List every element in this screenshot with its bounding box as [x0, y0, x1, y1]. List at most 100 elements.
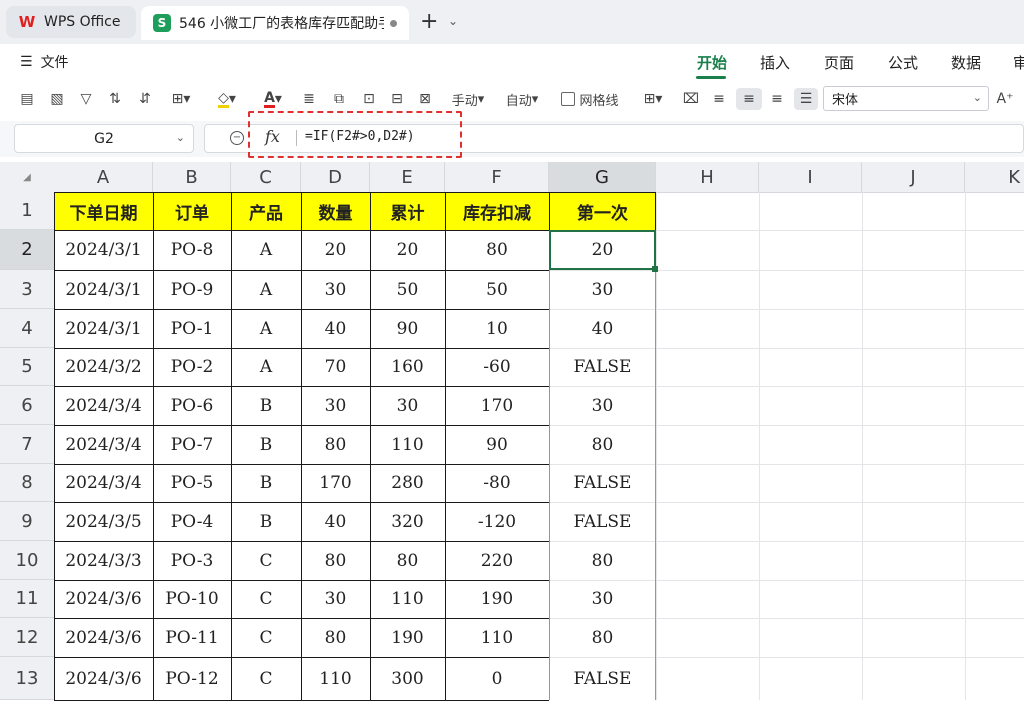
table-cell[interactable]: 2024/3/6 — [54, 618, 153, 657]
table-cell[interactable]: PO-12 — [153, 657, 231, 700]
row-header[interactable]: 4 — [0, 309, 54, 348]
table-cell[interactable]: 2024/3/3 — [54, 541, 153, 580]
table-cell[interactable]: 2024/3/1 — [54, 309, 153, 348]
row-header[interactable]: 10 — [0, 541, 54, 580]
column-header[interactable]: K — [965, 162, 1024, 192]
column-header[interactable]: I — [759, 162, 862, 192]
table-cell[interactable]: PO-10 — [153, 580, 231, 618]
table-cell[interactable]: PO-3 — [153, 541, 231, 580]
borders-icon[interactable]: ⊞▾ — [164, 88, 198, 110]
table-cell[interactable]: 20 — [301, 230, 370, 270]
table-cell[interactable]: 2024/3/1 — [54, 230, 153, 270]
table-cell[interactable]: B — [231, 425, 301, 464]
table-cell[interactable]: 80 — [445, 230, 549, 270]
tab-page[interactable]: 页面 — [824, 52, 854, 73]
table-cell[interactable]: 220 — [445, 541, 549, 580]
align-left-icon[interactable]: ≡ — [708, 88, 730, 110]
table-cell[interactable]: PO-6 — [153, 386, 231, 425]
table-cell[interactable]: 190 — [445, 580, 549, 618]
auto-fit-button[interactable]: 自动 ▾ — [500, 88, 544, 110]
table-cell[interactable]: 50 — [370, 270, 445, 309]
table-header-cell[interactable]: 订单 — [153, 192, 231, 230]
table-cell[interactable]: PO-4 — [153, 502, 231, 541]
table-cell[interactable]: 50 — [445, 270, 549, 309]
table-cell[interactable]: 30 — [301, 270, 370, 309]
row-header[interactable]: 1 — [0, 192, 54, 230]
table-cell[interactable]: 40 — [301, 502, 370, 541]
format-painter-icon[interactable]: ▧ — [46, 88, 68, 110]
table-cell[interactable]: PO-2 — [153, 348, 231, 386]
manual-calc-button[interactable]: 手动 ▾ — [446, 88, 490, 110]
table-cell[interactable]: C — [231, 657, 301, 700]
row-header[interactable]: 2 — [0, 230, 54, 270]
table-header-cell[interactable]: 累计 — [370, 192, 445, 230]
table-cell[interactable]: 0 — [445, 657, 549, 700]
table-cell[interactable]: A — [231, 348, 301, 386]
table-header-cell[interactable]: 库存扣减 — [445, 192, 549, 230]
table-cell[interactable]: 30 — [301, 386, 370, 425]
table-cell[interactable]: 2024/3/4 — [54, 464, 153, 502]
table-cell[interactable]: PO-7 — [153, 425, 231, 464]
column-header[interactable]: H — [656, 162, 759, 192]
zoom-icon[interactable]: − — [230, 131, 244, 145]
table-cell[interactable]: 110 — [445, 618, 549, 657]
tab-wps-office[interactable]: W WPS Office — [6, 6, 136, 38]
row-header[interactable]: 5 — [0, 348, 54, 386]
name-box[interactable]: G2 ⌄ — [14, 124, 194, 153]
table-cell[interactable]: 160 — [370, 348, 445, 386]
table-header-cell[interactable]: 第一次 — [549, 192, 656, 230]
row-header[interactable]: 11 — [0, 580, 54, 618]
select-all-corner-icon[interactable]: ◢ — [0, 162, 54, 192]
table-cell[interactable]: B — [231, 386, 301, 425]
table-cell[interactable]: 90 — [370, 309, 445, 348]
column-header[interactable]: A — [54, 162, 153, 192]
merge-cells-icon[interactable]: ⧉ — [328, 88, 350, 110]
row-header[interactable]: 13 — [0, 657, 54, 700]
table-cell[interactable]: 40 — [301, 309, 370, 348]
table-cell[interactable]: 10 — [445, 309, 549, 348]
align-center-icon[interactable]: ≡ — [736, 88, 762, 110]
table-cell[interactable]: PO-1 — [153, 309, 231, 348]
chevron-down-icon[interactable]: ⌄ — [448, 14, 458, 28]
file-menu-button[interactable]: ☰ 文件 — [20, 52, 69, 72]
table-cell[interactable]: -120 — [445, 502, 549, 541]
wrap-text-icon[interactable]: ≣ — [298, 88, 320, 110]
table-cell[interactable]: A — [231, 230, 301, 270]
table-cell[interactable]: A — [231, 309, 301, 348]
table-cell[interactable]: 2024/3/6 — [54, 657, 153, 700]
table-cell[interactable]: 20 — [370, 230, 445, 270]
column-header[interactable]: C — [231, 162, 301, 192]
table-cell[interactable]: 320 — [370, 502, 445, 541]
freeze-icon[interactable]: ⊟ — [386, 88, 408, 110]
clear-format-icon[interactable]: ⌧ — [680, 88, 702, 110]
fill-handle[interactable] — [652, 266, 658, 272]
table-cell[interactable]: 80 — [370, 541, 445, 580]
table-cell[interactable]: PO-5 — [153, 464, 231, 502]
tab-insert[interactable]: 插入 — [760, 52, 790, 73]
table-cell[interactable]: 190 — [370, 618, 445, 657]
tab-formula[interactable]: 公式 — [888, 52, 918, 73]
row-header[interactable]: 8 — [0, 464, 54, 502]
font-color-icon[interactable]: A ▾ — [256, 88, 290, 110]
row-header[interactable]: 9 — [0, 502, 54, 541]
tab-document[interactable]: S 546 小微工厂的表格库存匹配助手 — [141, 6, 409, 40]
rows-columns-icon[interactable]: ⊡ — [358, 88, 380, 110]
table-cell[interactable]: 80 — [301, 541, 370, 580]
table-cell[interactable]: 80 — [301, 425, 370, 464]
table-cell[interactable]: 110 — [370, 425, 445, 464]
tab-data[interactable]: 数据 — [951, 52, 981, 73]
tab-review[interactable]: 审 — [1013, 52, 1024, 73]
table-cell[interactable]: 90 — [445, 425, 549, 464]
table-cell[interactable]: 2024/3/4 — [54, 425, 153, 464]
column-header[interactable]: G — [549, 162, 656, 192]
table-cell[interactable]: -80 — [445, 464, 549, 502]
sort-ascending-icon[interactable]: ⇅ — [104, 88, 126, 110]
row-header[interactable]: 12 — [0, 618, 54, 657]
row-header[interactable]: 6 — [0, 386, 54, 425]
row-header[interactable]: 7 — [0, 425, 54, 464]
table-cell[interactable]: B — [231, 464, 301, 502]
table-cell[interactable]: 70 — [301, 348, 370, 386]
selected-cell-g2[interactable] — [549, 230, 656, 270]
cell-style-icon[interactable]: ⊞▾ — [636, 88, 670, 110]
paste-values-icon[interactable]: ▤ — [16, 88, 38, 110]
